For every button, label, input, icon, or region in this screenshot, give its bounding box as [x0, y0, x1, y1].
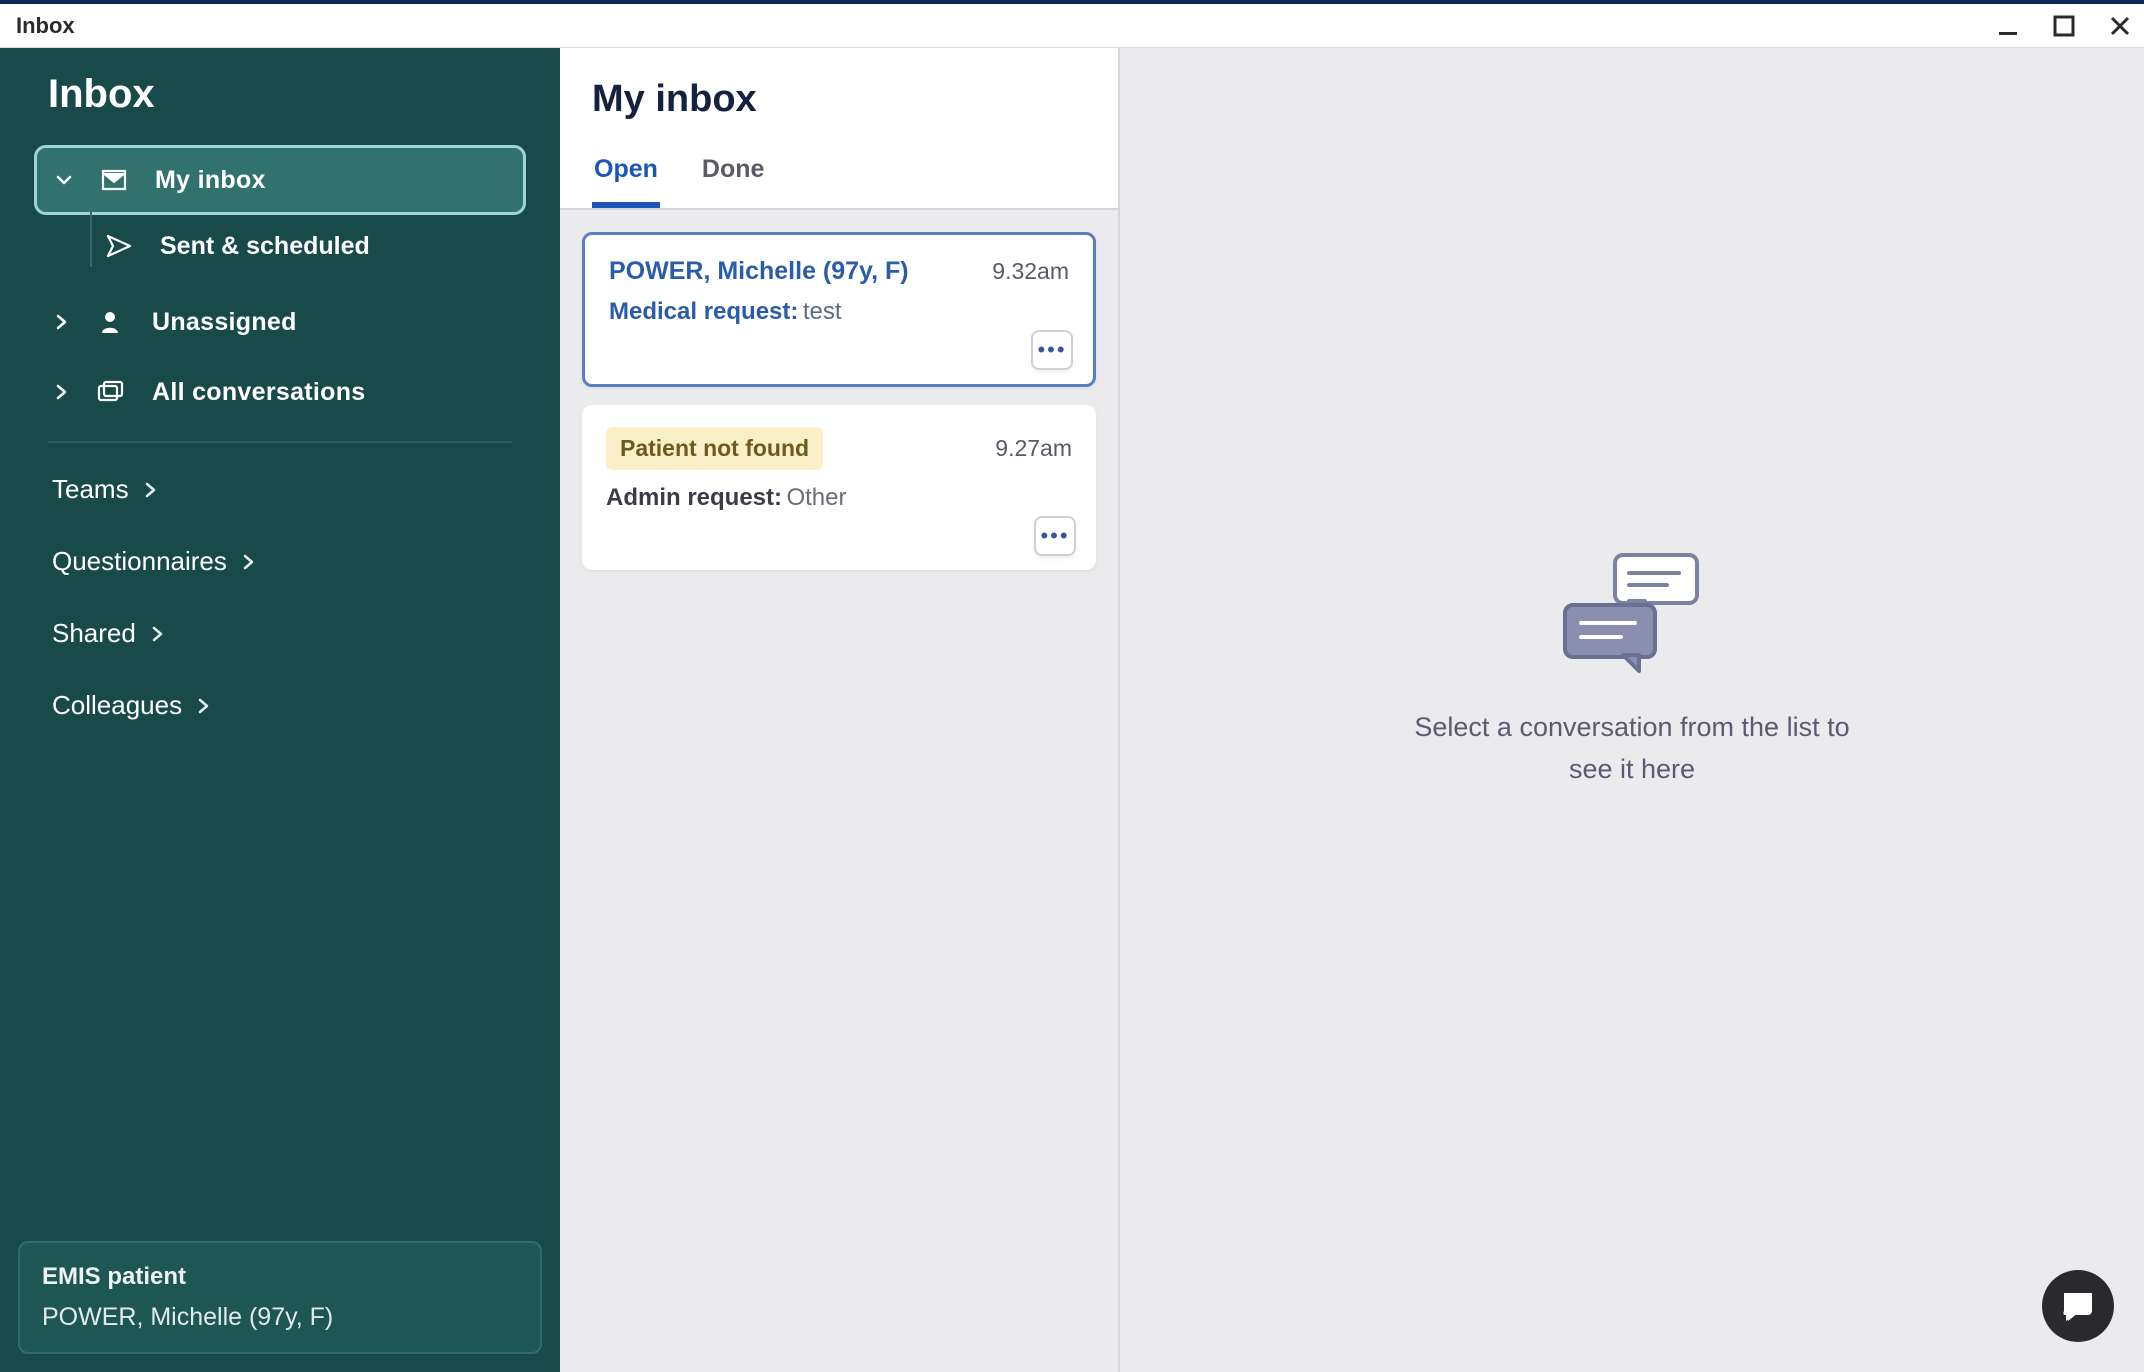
close-button[interactable]	[2104, 10, 2136, 42]
card-patient-name: POWER, Michelle (97y, F)	[609, 257, 909, 286]
conversation-cards: POWER, Michelle (97y, F) 9.32am Medical …	[560, 210, 1118, 1372]
patient-context-name: POWER, Michelle (97y, F)	[42, 1303, 518, 1332]
ellipsis-icon: •••	[1037, 337, 1066, 363]
sidebar-item-label: My inbox	[155, 166, 266, 195]
minimize-button[interactable]	[1992, 10, 2024, 42]
ellipsis-icon: •••	[1040, 523, 1069, 549]
conversation-tabs: Open Done	[592, 143, 1086, 208]
help-chat-button[interactable]	[2042, 1270, 2114, 1342]
window-controls	[1992, 10, 2136, 42]
sidebar-item-unassigned[interactable]: Unassigned	[34, 287, 526, 357]
conversation-detail-column: Select a conversation from the list to s…	[1120, 48, 2144, 1372]
chevron-right-icon	[52, 378, 70, 407]
conversation-card[interactable]: Patient not found 9.27am Admin request: …	[582, 405, 1096, 570]
card-timestamp: 9.32am	[992, 258, 1069, 285]
user-unassigned-icon	[96, 309, 126, 335]
tab-done[interactable]: Done	[700, 143, 767, 208]
conversation-list-column: My inbox Open Done POWER, Michelle (97y,…	[560, 48, 1120, 1372]
send-icon	[104, 234, 134, 258]
conversation-list-title: My inbox	[592, 78, 1086, 121]
sidebar-category-label: Colleagues	[52, 690, 182, 721]
sidebar-item-label: Unassigned	[152, 308, 297, 337]
maximize-button[interactable]	[2048, 10, 2080, 42]
chevron-right-icon	[196, 690, 210, 721]
sidebar-category-questionnaires[interactable]: Questionnaires	[0, 525, 560, 597]
sidebar-item-all-conversations[interactable]: All conversations	[34, 357, 526, 427]
sidebar-item-label: Sent & scheduled	[160, 232, 370, 261]
chevron-right-icon	[143, 474, 157, 505]
window-title-bar: Inbox	[0, 0, 2144, 48]
chat-icon	[2060, 1289, 2096, 1323]
conversations-icon	[96, 380, 126, 404]
sidebar-category-label: Shared	[52, 618, 136, 649]
card-request-type-label: Medical request:	[609, 298, 798, 325]
patient-context-card[interactable]: EMIS patient POWER, Michelle (97y, F)	[18, 1241, 542, 1354]
conversation-card[interactable]: POWER, Michelle (97y, F) 9.32am Medical …	[582, 232, 1096, 387]
card-request-type-value: Other	[786, 484, 846, 511]
chevron-down-icon	[55, 166, 73, 195]
sidebar: Inbox My inbox Sent & scheduled	[0, 48, 560, 1372]
chevron-right-icon	[241, 546, 255, 577]
sidebar-item-sent-scheduled[interactable]: Sent & scheduled	[34, 215, 526, 277]
app-body: Inbox My inbox Sent & scheduled	[0, 48, 2144, 1372]
sidebar-category-label: Questionnaires	[52, 546, 227, 577]
conversation-list-header: My inbox Open Done	[560, 48, 1118, 210]
sidebar-divider	[48, 441, 512, 443]
sidebar-category-shared[interactable]: Shared	[0, 597, 560, 669]
inbox-icon	[99, 169, 129, 191]
sidebar-item-my-inbox[interactable]: My inbox	[34, 145, 526, 215]
chevron-right-icon	[150, 618, 164, 649]
empty-state-message: Select a conversation from the list to s…	[1392, 707, 1872, 791]
sidebar-item-label: All conversations	[152, 378, 366, 407]
window-title: Inbox	[16, 13, 75, 39]
card-request-type-label: Admin request:	[606, 484, 782, 511]
tab-open[interactable]: Open	[592, 143, 660, 208]
patient-not-found-badge: Patient not found	[606, 427, 823, 470]
chevron-right-icon	[52, 308, 70, 337]
conversation-empty-illustration	[1557, 549, 1707, 679]
sidebar-nav: My inbox Sent & scheduled Unassigned	[0, 145, 560, 427]
patient-context-heading: EMIS patient	[42, 1263, 518, 1291]
card-request-type-value: test	[803, 298, 842, 325]
sidebar-category-colleagues[interactable]: Colleagues	[0, 669, 560, 741]
empty-state: Select a conversation from the list to s…	[1392, 549, 1872, 791]
card-more-button[interactable]: •••	[1034, 516, 1076, 556]
sidebar-title: Inbox	[0, 72, 560, 145]
card-timestamp: 9.27am	[995, 435, 1072, 462]
sidebar-category-teams[interactable]: Teams	[0, 453, 560, 525]
card-more-button[interactable]: •••	[1031, 330, 1073, 370]
sidebar-category-label: Teams	[52, 474, 129, 505]
